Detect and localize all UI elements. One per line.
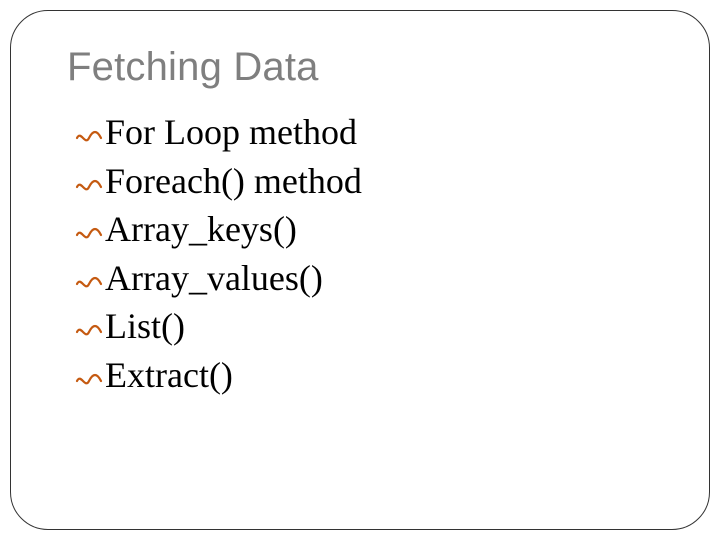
bullet-icon: [75, 311, 103, 352]
list-item-label: Foreach() method: [105, 157, 362, 206]
list-item-label: Extract(): [105, 351, 233, 400]
bullet-icon: [75, 263, 103, 304]
bullet-icon: [75, 166, 103, 207]
list-item-label: For Loop method: [105, 108, 357, 157]
list-item: List(): [75, 302, 679, 351]
list-item: Foreach() method: [75, 157, 679, 206]
list-item: Array_keys(): [75, 205, 679, 254]
list-item: Array_values(): [75, 254, 679, 303]
slide-frame: Fetching Data For Loop method Foreach() …: [10, 10, 710, 530]
bullet-icon: [75, 360, 103, 401]
slide-title: Fetching Data: [67, 45, 679, 90]
list-item: For Loop method: [75, 108, 679, 157]
bullet-list: For Loop method Foreach() method Array_k…: [75, 108, 679, 400]
list-item-label: Array_keys(): [105, 205, 297, 254]
bullet-icon: [75, 117, 103, 158]
list-item: Extract(): [75, 351, 679, 400]
list-item-label: List(): [105, 302, 185, 351]
list-item-label: Array_values(): [105, 254, 323, 303]
bullet-icon: [75, 214, 103, 255]
